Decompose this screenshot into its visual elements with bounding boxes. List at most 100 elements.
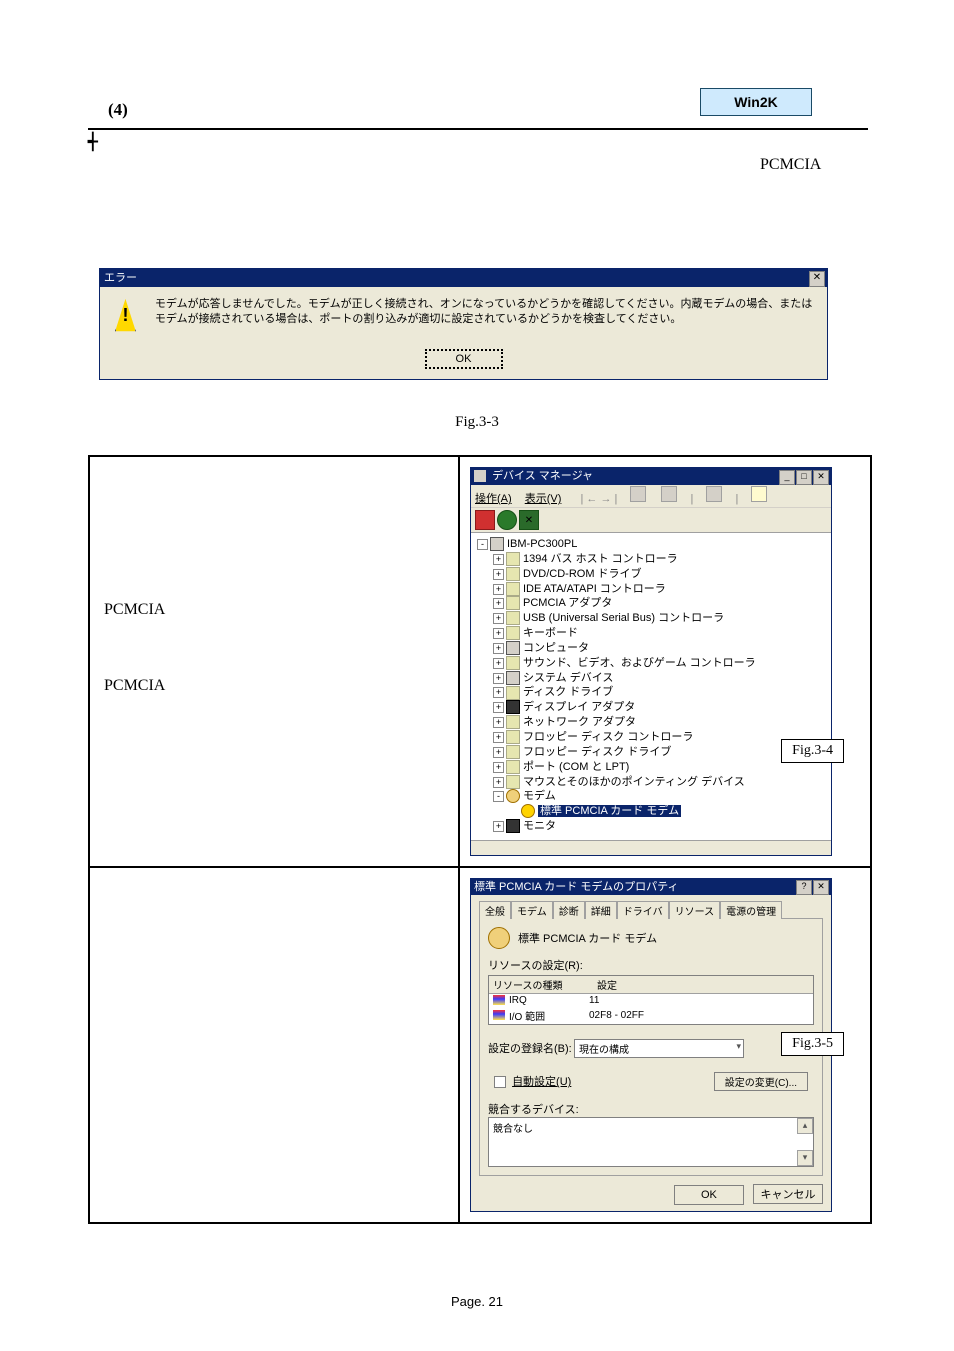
tree-node-modem[interactable]: モデム — [523, 790, 556, 802]
col-type: リソースの種類 — [489, 976, 593, 993]
change-setting-button[interactable]: 設定の変更(C)... — [714, 1072, 808, 1091]
device-manager-window: デバイス マネージャ _ □ ✕ 操作(A) 表示(V) | ← → | — [470, 467, 832, 856]
auto-config-label: 自動設定(U) — [512, 1076, 571, 1088]
table-left-cell: PCMCIA PCMCIA — [90, 457, 460, 866]
toolbar-icon[interactable] — [661, 486, 677, 502]
properties-icon[interactable] — [706, 486, 722, 502]
tree-node[interactable]: ディスク ドライブ — [523, 686, 613, 698]
left-label-pcmcia-2: PCMCIA — [104, 677, 444, 695]
device-icon — [506, 552, 520, 566]
device-icon — [506, 641, 520, 655]
tab-driver[interactable]: ドライバ — [617, 901, 669, 919]
computer-icon — [490, 537, 504, 551]
warning-badge-icon — [521, 804, 535, 818]
minimize-icon[interactable]: _ — [779, 470, 795, 485]
horizontal-rule — [88, 128, 868, 130]
tab-modem[interactable]: モデム — [511, 901, 553, 919]
error-dialog: エラー ✕ モデムが応答しませんでした。モデムが正しく接続され、オンになっている… — [99, 268, 828, 380]
left-label-pcmcia-1: PCMCIA — [104, 601, 444, 619]
table-left-cell — [90, 868, 460, 1222]
tab-detail[interactable]: 詳細 — [585, 901, 617, 919]
device-icon — [506, 671, 520, 685]
device-icon — [506, 596, 520, 610]
figure-caption-3-4: Fig.3-4 — [781, 739, 844, 763]
tree-node[interactable]: ネットワーク アダプタ — [523, 716, 636, 728]
auto-config-checkbox[interactable] — [494, 1076, 506, 1088]
tree-node[interactable]: ポート (COM と LPT) — [523, 761, 629, 773]
scroll-down-icon[interactable]: ▾ — [797, 1150, 813, 1166]
tree-node[interactable]: IDE ATA/ATAPI コントローラ — [523, 583, 666, 595]
tab-power[interactable]: 電源の管理 — [720, 901, 782, 919]
tab-diag[interactable]: 診断 — [553, 901, 585, 919]
config-name-label: 設定の登録名(B): — [488, 1040, 574, 1056]
table-right-cell: デバイス マネージャ _ □ ✕ 操作(A) 表示(V) | ← → | — [460, 457, 870, 866]
tree-node[interactable]: DVD/CD-ROM ドライブ — [523, 568, 642, 580]
scroll-up-icon[interactable]: ▴ — [797, 1118, 813, 1134]
tree-node[interactable]: フロッピー ディスク コントローラ — [523, 731, 693, 743]
tree-node[interactable]: USB (Universal Serial Bus) コントローラ — [523, 612, 724, 624]
app-icon — [474, 470, 486, 482]
config-select[interactable]: 現在の構成 — [574, 1039, 744, 1058]
menu-view[interactable]: 表示(V) — [525, 493, 562, 505]
section-label-pcmcia: PCMCIA — [760, 156, 821, 174]
crop-mark-icon: ┽ — [88, 132, 98, 152]
tree-node[interactable]: システム デバイス — [523, 672, 613, 684]
menu-action[interactable]: 操作(A) — [475, 493, 512, 505]
close-icon[interactable]: ✕ — [809, 271, 825, 287]
tree-node[interactable]: PCMCIA アダプタ — [523, 597, 612, 609]
conflict-value: 競合なし — [493, 1124, 533, 1135]
tree-node[interactable]: ディスプレイ アダプタ — [523, 701, 635, 713]
figure-caption-3-5: Fig.3-5 — [781, 1032, 844, 1056]
col-setting: 設定 — [593, 976, 621, 993]
maximize-icon[interactable]: □ — [796, 470, 812, 485]
tree-node[interactable]: 1394 バス ホスト コントローラ — [523, 553, 678, 565]
tree-node[interactable]: コンピュータ — [523, 642, 589, 654]
modem-icon — [488, 927, 510, 949]
tree-node[interactable]: サウンド、ビデオ、およびゲーム コントローラ — [523, 657, 756, 669]
device-icon — [506, 611, 520, 625]
status-bar — [471, 840, 831, 855]
device-icon — [506, 656, 520, 670]
tab-panel-resource: 標準 PCMCIA カード モデム リソースの設定(R): リソースの種類 設定 — [479, 918, 823, 1176]
device-tree[interactable]: -IBM-PC300PL +1394 バス ホスト コントローラ +DVD/CD… — [471, 533, 831, 840]
device-icon — [506, 700, 520, 714]
ok-button[interactable]: OK — [425, 349, 503, 369]
resource-irq-value: 11 — [589, 995, 599, 1006]
device-icon — [506, 730, 520, 744]
figure-caption-3-3: Fig.3-3 — [0, 414, 954, 431]
conflict-listbox[interactable]: 競合なし ▴ ▾ — [488, 1117, 814, 1167]
monitor-icon — [506, 819, 520, 833]
toolbar-icon-green[interactable] — [497, 510, 517, 530]
dialog-titlebar: 標準 PCMCIA カード モデムのプロパティ ? ✕ — [471, 879, 831, 895]
tab-general[interactable]: 全般 — [479, 901, 511, 919]
resource-listbox[interactable]: リソースの種類 設定 IRQ 11 I/O — [488, 975, 814, 1025]
tree-node[interactable]: キーボード — [523, 627, 578, 639]
window-title: デバイス マネージャ — [492, 470, 593, 482]
conflict-label: 競合するデバイス: — [488, 1101, 814, 1117]
device-icon — [506, 745, 520, 759]
toolbar-icon-x[interactable]: ✕ — [519, 510, 539, 530]
toolbar-icon-red[interactable] — [475, 510, 495, 530]
close-icon[interactable]: ✕ — [813, 880, 829, 895]
error-dialog-title: エラー — [104, 272, 137, 284]
tree-node[interactable]: フロッピー ディスク ドライブ — [523, 746, 671, 758]
toolbar-icon[interactable] — [630, 486, 646, 502]
ok-button[interactable]: OK — [674, 1185, 744, 1205]
window-titlebar: デバイス マネージャ _ □ ✕ — [471, 468, 831, 485]
tree-root[interactable]: IBM-PC300PL — [507, 538, 577, 550]
resource-icon — [493, 995, 505, 1005]
refresh-icon[interactable] — [751, 486, 767, 502]
toolbar-secondary: ✕ — [471, 508, 831, 533]
close-icon[interactable]: ✕ — [813, 470, 829, 485]
tab-resource[interactable]: リソース — [669, 901, 721, 919]
tree-node-selected[interactable]: 標準 PCMCIA カード モデム — [538, 805, 681, 817]
device-icon — [506, 760, 520, 774]
device-icon — [506, 715, 520, 729]
cancel-button[interactable]: キャンセル — [753, 1184, 823, 1204]
tree-node[interactable]: マウスとそのほかのポインティング デバイス — [523, 776, 745, 788]
warning-icon — [114, 297, 137, 335]
resource-io-label: I/O 範囲 — [509, 1008, 589, 1023]
tree-node-monitor[interactable]: モニタ — [523, 820, 556, 832]
help-icon[interactable]: ? — [796, 880, 812, 895]
resource-io-value: 02F8 - 02FF — [589, 1010, 644, 1021]
